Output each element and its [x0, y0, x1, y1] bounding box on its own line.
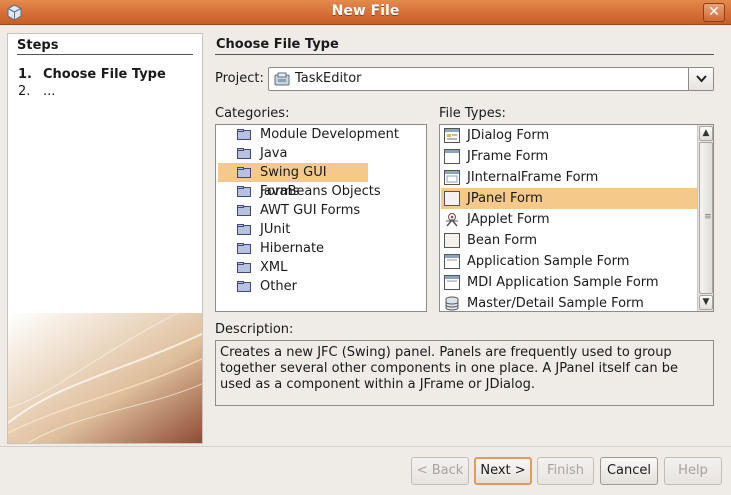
application-form-icon — [444, 254, 460, 269]
description-text: Creates a new JFC (Swing) panel. Panels … — [215, 340, 714, 406]
next-button[interactable]: Next > — [474, 457, 532, 485]
filetype-item[interactable]: JInternalFrame Form — [441, 167, 697, 188]
filetype-label: MDI Application Sample Form — [467, 275, 659, 290]
filetype-label: JPanel Form — [467, 191, 543, 206]
step-number: 1. — [18, 67, 32, 82]
bean-form-icon — [444, 233, 460, 248]
steps-divider — [17, 54, 193, 55]
filetypes-list[interactable]: JDialog Form JFrame Form JInternalFrame … — [439, 124, 714, 312]
filetype-item[interactable]: MDI Application Sample Form — [441, 272, 697, 293]
step-1: 1. Choose File Type — [18, 67, 166, 82]
category-item[interactable]: JavaBeans Objects — [217, 182, 426, 201]
folder-icon — [237, 148, 251, 159]
steps-title: Steps — [17, 38, 59, 53]
folder-icon — [237, 129, 251, 140]
grip-icon: ≡ — [704, 212, 712, 222]
step-label: Choose File Type — [43, 67, 166, 82]
filetype-item[interactable]: Application Sample Form — [441, 251, 697, 272]
dialog-form-icon — [444, 128, 460, 143]
frame-form-icon — [444, 149, 460, 164]
close-button[interactable]: ✕ — [703, 3, 725, 22]
filetype-item[interactable]: Master/Detail Sample Form — [441, 293, 697, 311]
page-title: Choose File Type — [216, 37, 339, 52]
folder-icon — [237, 281, 251, 292]
project-label: Project: — [215, 71, 264, 86]
filetype-label: Master/Detail Sample Form — [467, 296, 644, 311]
category-label: XML — [260, 260, 288, 275]
filetype-item[interactable]: JFrame Form — [441, 146, 697, 167]
back-button[interactable]: < Back — [411, 457, 469, 485]
category-item-selected[interactable]: Swing GUI Forms — [218, 163, 368, 199]
close-icon: ✕ — [708, 4, 720, 20]
folder-icon — [237, 262, 251, 273]
scroll-down-icon[interactable]: ▼ — [699, 295, 713, 310]
scrollbar-thumb[interactable]: ≡ — [699, 142, 713, 294]
window-title: New File — [331, 3, 400, 19]
step-number: 2. — [18, 84, 31, 99]
description-label: Description: — [215, 322, 294, 337]
folder-icon — [237, 167, 251, 178]
scroll-up-icon[interactable]: ▲ — [699, 126, 713, 141]
chevron-down-icon[interactable] — [688, 68, 713, 90]
finish-button[interactable]: Finish — [537, 457, 594, 485]
decorative-swirl-image — [8, 313, 202, 443]
title-divider — [215, 54, 714, 55]
project-value: TaskEditor — [295, 71, 362, 86]
filetypes-label: File Types: — [439, 106, 506, 121]
step-label: ... — [43, 84, 56, 99]
category-item[interactable]: Java — [217, 144, 426, 163]
category-label: Module Development — [260, 127, 399, 142]
category-label: Hibernate — [260, 241, 325, 256]
filetype-label: Application Sample Form — [467, 254, 630, 269]
category-item[interactable]: Other — [217, 277, 426, 296]
steps-panel: Steps 1. Choose File Type 2.... — [7, 33, 203, 444]
category-label: Other — [260, 279, 297, 294]
categories-list[interactable]: Module Development Java Swing GUI Forms … — [215, 124, 427, 312]
cancel-button[interactable]: Cancel — [600, 457, 658, 485]
filetype-label: JFrame Form — [467, 149, 549, 164]
filetype-label: JApplet Form — [467, 212, 550, 227]
mdi-form-icon — [444, 275, 460, 290]
folder-icon — [237, 243, 251, 254]
folder-icon — [237, 186, 251, 197]
project-icon — [274, 72, 290, 86]
folder-icon — [237, 205, 251, 216]
title-bar[interactable]: New File ✕ — [0, 0, 731, 25]
filetype-label: Bean Form — [467, 233, 538, 248]
category-item[interactable]: AWT GUI Forms — [217, 201, 426, 220]
filetype-label: JInternalFrame Form — [467, 170, 599, 185]
filetype-item-selected[interactable]: JPanel Form — [441, 188, 697, 209]
filetype-item[interactable]: Bean Form — [441, 230, 697, 251]
database-form-icon — [445, 296, 459, 311]
category-label: AWT GUI Forms — [260, 203, 361, 218]
category-item[interactable]: Hibernate — [217, 239, 426, 258]
button-bar-divider — [0, 446, 731, 447]
filetype-label: JDialog Form — [467, 128, 550, 143]
category-item[interactable]: Module Development — [217, 125, 426, 144]
filetype-item[interactable]: JDialog Form — [441, 125, 697, 146]
filetypes-scrollbar[interactable]: ▲ ≡ ▼ — [697, 125, 713, 311]
category-item[interactable]: JUnit — [217, 220, 426, 239]
categories-label: Categories: — [215, 106, 290, 121]
folder-icon — [237, 224, 251, 235]
internal-frame-form-icon — [444, 170, 460, 185]
category-label: JavaBeans Objects — [260, 184, 381, 199]
step-2: 2.... — [18, 84, 55, 99]
filetype-item[interactable]: JApplet Form — [441, 209, 697, 230]
project-select[interactable]: TaskEditor — [268, 67, 714, 91]
help-button[interactable]: Help — [664, 457, 722, 485]
category-item[interactable]: XML — [217, 258, 426, 277]
category-label: JUnit — [260, 222, 291, 237]
category-label: Java — [260, 146, 288, 161]
panel-form-icon — [444, 191, 460, 206]
applet-form-icon — [446, 213, 458, 227]
